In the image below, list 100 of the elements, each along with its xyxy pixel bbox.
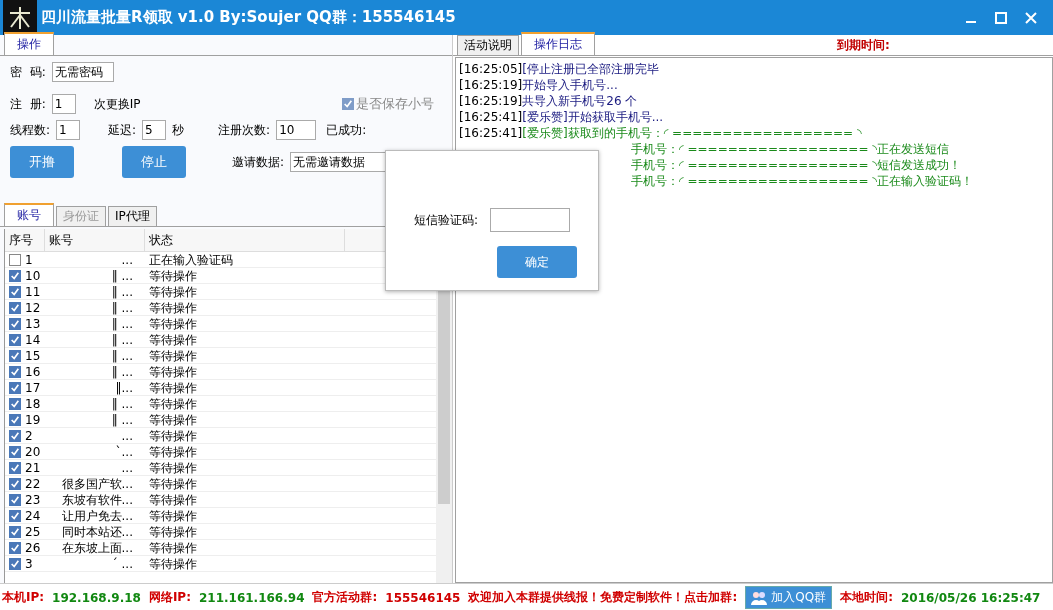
- checkbox[interactable]: [9, 349, 21, 362]
- checkbox[interactable]: [9, 301, 21, 314]
- status-label: 本机IP:: [2, 589, 45, 606]
- table-cell-text: ‖ ...: [110, 412, 134, 427]
- field-label: 已成功:: [326, 121, 367, 139]
- table-cell-text: ‖...: [114, 380, 134, 395]
- table-cell-text: 等待操作: [148, 412, 198, 427]
- checkbox[interactable]: [9, 285, 21, 298]
- delay-field[interactable]: 5: [142, 120, 167, 140]
- field-label: 邀请数据:: [232, 153, 285, 171]
- table-cell-text: 等待操作: [148, 556, 198, 571]
- table-cell: 17: [25, 380, 41, 395]
- column-header: 账号: [45, 229, 145, 251]
- checkbox[interactable]: [9, 429, 21, 442]
- table-cell-text: 等待操作: [148, 540, 198, 555]
- log-line: 手机号：◜ ================== ◝正在输入验证码！: [630, 173, 974, 189]
- status-value: 211.161.166.94: [198, 590, 305, 605]
- status-label: 155546145: [385, 590, 461, 605]
- table-cell: 1: [25, 252, 33, 267]
- table-cell-text: ...: [120, 428, 134, 443]
- table-cell-text: 让用户免去...: [60, 508, 134, 523]
- table-cell: 3: [25, 556, 33, 571]
- status-label: 欢迎加入本群提供线报！免费定制软件！点击加群:: [468, 589, 738, 606]
- field-label: 注册次数:: [218, 121, 271, 139]
- expiry-label: 到期时间:: [837, 36, 890, 54]
- field-label: 延迟:: [108, 121, 137, 139]
- table-cell-text: 等待操作: [148, 300, 198, 315]
- threads-field[interactable]: 1: [56, 120, 81, 140]
- table-cell-text: 等待操作: [148, 396, 198, 411]
- password-field[interactable]: 无需密码: [51, 62, 114, 82]
- log-line: [16:25:19]共导入新手机号26 个: [459, 93, 639, 109]
- checkbox[interactable]: [9, 413, 21, 426]
- log-line: [16:25:19]开始导入手机号...: [459, 77, 619, 93]
- field-label: 短信验证码:: [413, 211, 478, 229]
- field-label: 次更换IP: [93, 95, 141, 113]
- tab[interactable]: IP代理: [108, 206, 157, 226]
- table-cell: 20: [25, 444, 41, 459]
- table-cell-text: 东坡有软件...: [60, 492, 134, 507]
- table-cell-text: ‖ ...: [110, 364, 134, 379]
- checkbox[interactable]: [9, 541, 21, 554]
- close-icon[interactable]: [1025, 11, 1037, 24]
- table-cell-text: 等待操作: [148, 380, 198, 395]
- maximize-icon[interactable]: [995, 11, 1007, 24]
- table-cell-text: ...: [120, 252, 134, 267]
- checkbox[interactable]: [9, 365, 21, 378]
- checkbox[interactable]: [9, 445, 21, 458]
- count-field[interactable]: 10: [276, 120, 317, 140]
- table-cell-text: 等待操作: [148, 348, 198, 363]
- field-label: 线程数:: [10, 121, 51, 139]
- table-cell: 24: [25, 508, 41, 523]
- table-cell-text: ‖ ...: [110, 396, 134, 411]
- status-label: 本地时间:: [840, 589, 893, 606]
- checkbox[interactable]: [9, 557, 21, 570]
- table-cell-text: 等待操作: [148, 332, 198, 347]
- log-line: [16:25:41][爱乐赞]开始获取手机号...: [459, 109, 665, 125]
- table-cell-text: ‖ ...: [110, 316, 134, 331]
- checkbox[interactable]: [9, 317, 21, 330]
- checkbox[interactable]: [9, 461, 21, 474]
- table-cell: 15: [25, 348, 41, 363]
- table-cell-text: ‖ ...: [110, 348, 134, 363]
- table-cell: 14: [25, 332, 41, 347]
- checkbox[interactable]: [9, 397, 21, 410]
- register-field[interactable]: 1: [51, 94, 76, 114]
- table-cell: 2: [25, 428, 33, 443]
- checkbox[interactable]: [9, 333, 21, 346]
- tab[interactable]: 操作: [4, 32, 54, 55]
- checkbox[interactable]: [9, 509, 21, 522]
- table-cell-text: 等待操作: [148, 508, 198, 523]
- log-line: [16:25:41][爱乐赞]获取到的手机号：◜ ================== ◝: [459, 125, 863, 141]
- field-label: 密 码:: [10, 63, 46, 81]
- table-cell-text: 等待操作: [148, 460, 198, 475]
- table-cell-text: ˊ ...: [110, 556, 134, 571]
- table-cell: 10: [25, 268, 41, 283]
- table-cell-text: 等待操作: [148, 476, 198, 491]
- table-cell-text: 同时本站还...: [60, 524, 134, 539]
- table-cell-text: ...: [120, 460, 134, 475]
- checkbox[interactable]: [9, 269, 21, 282]
- table-cell-text: 等待操作: [148, 428, 198, 443]
- table-cell-text: 在东坡上面...: [60, 540, 134, 555]
- checkbox[interactable]: [9, 477, 21, 490]
- tab[interactable]: 账号: [4, 203, 54, 226]
- table-cell: 16: [25, 364, 41, 379]
- tab[interactable]: 活动说明: [457, 35, 519, 55]
- field-label: 注 册:: [10, 95, 46, 113]
- tab[interactable]: 操作日志: [521, 32, 595, 55]
- table-cell: 25: [25, 524, 41, 539]
- table-cell: 11: [25, 284, 41, 299]
- table-cell-text: 等待操作: [148, 492, 198, 507]
- checkbox[interactable]: [9, 493, 21, 506]
- table-cell: 23: [25, 492, 41, 507]
- table-cell-text: 等待操作: [148, 316, 198, 331]
- column-header: 序号: [5, 229, 45, 251]
- checkbox[interactable]: [9, 381, 21, 394]
- checkbox[interactable]: [9, 253, 21, 266]
- status-value: 192.168.9.18: [52, 590, 141, 605]
- checkbox[interactable]: [9, 525, 21, 538]
- sms-code-field[interactable]: [490, 208, 570, 232]
- log-line: [16:25:05][停止注册已全部注册完毕: [459, 61, 660, 77]
- status-label: 网络IP:: [148, 589, 191, 606]
- table-cell-text: 等待操作: [148, 444, 198, 459]
